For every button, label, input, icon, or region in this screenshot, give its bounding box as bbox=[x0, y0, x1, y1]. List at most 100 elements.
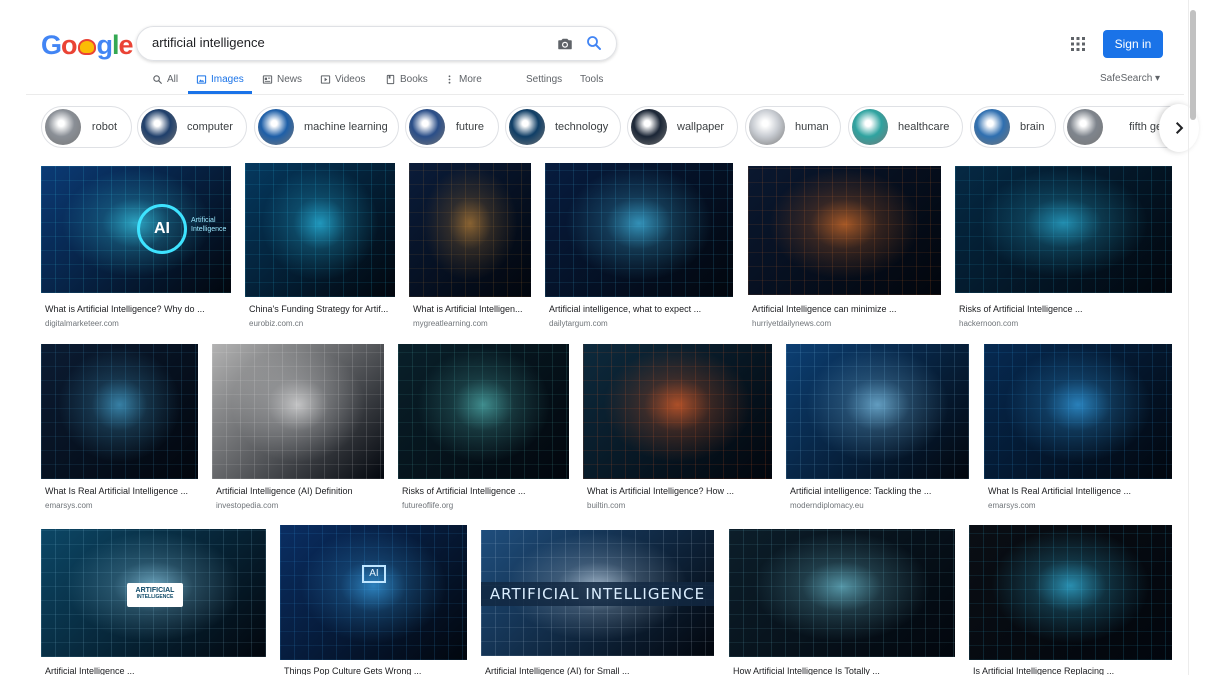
sign-in-button[interactable]: Sign in bbox=[1103, 30, 1163, 58]
image-result[interactable]: Artificial Intelligence can minimize ...… bbox=[748, 166, 941, 331]
result-source[interactable]: futureoflife.org bbox=[402, 501, 453, 510]
result-title: What is Artificial Intelligen... bbox=[413, 304, 523, 314]
result-thumbnail bbox=[398, 344, 569, 479]
chip-brain[interactable]: brain bbox=[970, 106, 1056, 148]
tab-label: More bbox=[459, 73, 482, 85]
camera-icon[interactable] bbox=[556, 35, 574, 53]
chip-technology[interactable]: technology bbox=[505, 106, 621, 148]
image-icon bbox=[196, 74, 207, 84]
search-icon bbox=[153, 74, 163, 84]
chip-thumbnail bbox=[509, 109, 545, 145]
result-thumbnail: ARTIFICIAL INTELLIGENCE bbox=[481, 530, 714, 656]
result-source[interactable]: dailytargum.com bbox=[549, 319, 608, 328]
image-result[interactable]: China's Funding Strategy for Artif... eu… bbox=[245, 163, 395, 331]
result-source[interactable]: emarsys.com bbox=[988, 501, 1036, 510]
result-source[interactable]: investopedia.com bbox=[216, 501, 278, 510]
chip-future[interactable]: future bbox=[405, 106, 499, 148]
chip-thumbnail bbox=[45, 109, 81, 145]
image-result[interactable]: ARTIFICIAL INTELLIGENCE Artificial Intel… bbox=[41, 529, 266, 675]
tab-settings[interactable]: Settings bbox=[526, 72, 562, 86]
image-result[interactable]: AI Things Pop Culture Gets Wrong ... bbox=[280, 525, 467, 675]
result-thumbnail bbox=[545, 163, 733, 297]
chip-wallpaper[interactable]: wallpaper bbox=[627, 106, 738, 148]
result-source[interactable]: mygreatlearning.com bbox=[413, 319, 488, 328]
page-scrollbar[interactable] bbox=[1190, 10, 1196, 120]
chip-ai-label: AI bbox=[362, 565, 386, 583]
result-source[interactable]: moderndiplomacy.eu bbox=[790, 501, 864, 510]
result-source[interactable]: hurriyetdailynews.com bbox=[752, 319, 831, 328]
page-edge bbox=[1188, 0, 1189, 675]
image-result[interactable]: What is Artificial Intelligence? How ...… bbox=[583, 344, 772, 514]
logo-letter-o: o bbox=[61, 30, 77, 60]
chip-machine-learning[interactable]: machine learning bbox=[254, 106, 399, 148]
result-title: Risks of Artificial Intelligence ... bbox=[959, 304, 1083, 314]
news-icon bbox=[262, 74, 273, 84]
result-title: Artificial Intelligence can minimize ... bbox=[752, 304, 897, 314]
tab-more[interactable]: More bbox=[444, 72, 482, 86]
tab-news[interactable]: News bbox=[262, 72, 302, 86]
tab-books[interactable]: Books bbox=[385, 72, 428, 86]
image-result[interactable]: Risks of Artificial Intelligence ... hac… bbox=[955, 166, 1172, 331]
image-result[interactable]: AI Artificial Intelligence What is Artif… bbox=[41, 166, 231, 331]
chip-thumbnail bbox=[1067, 109, 1103, 145]
chip-label: brain bbox=[1020, 121, 1045, 133]
result-source[interactable]: emarsys.com bbox=[45, 501, 93, 510]
diagram-box-title: ARTIFICIAL bbox=[135, 587, 175, 594]
safesearch-toggle[interactable]: SafeSearch ▾ bbox=[1100, 73, 1160, 84]
image-result[interactable]: Artificial Intelligence (AI) Definition … bbox=[212, 344, 384, 514]
tab-label: News bbox=[277, 73, 303, 85]
search-icon[interactable] bbox=[585, 34, 603, 52]
result-thumbnail bbox=[729, 529, 955, 657]
result-source[interactable]: eurobiz.com.cn bbox=[249, 319, 303, 328]
chip-thumbnail bbox=[141, 109, 177, 145]
chip-thumbnail bbox=[852, 109, 888, 145]
image-result[interactable]: How Artificial Intelligence Is Totally .… bbox=[729, 529, 955, 675]
result-thumbnail bbox=[984, 344, 1172, 479]
result-title: Artificial intelligence, what to expect … bbox=[549, 304, 702, 314]
logo-letter-g: G bbox=[41, 30, 62, 60]
apps-grid-icon[interactable] bbox=[1070, 36, 1086, 52]
image-result[interactable]: ARTIFICIAL INTELLIGENCE Artificial Intel… bbox=[481, 530, 714, 675]
result-title: How Artificial Intelligence Is Totally .… bbox=[733, 666, 880, 675]
chip-healthcare[interactable]: healthcare bbox=[848, 106, 963, 148]
result-source[interactable]: digitalmarketeer.com bbox=[45, 319, 119, 328]
image-result[interactable]: Is Artificial Intelligence Replacing ... bbox=[969, 525, 1172, 675]
search-input[interactable] bbox=[152, 35, 542, 50]
image-result[interactable]: Artificial intelligence, what to expect … bbox=[545, 163, 733, 331]
result-title: Is Artificial Intelligence Replacing ... bbox=[973, 666, 1115, 675]
tab-all[interactable]: All bbox=[152, 72, 178, 86]
play-icon bbox=[320, 74, 331, 84]
related-search-chips: robot computer machine learning future t… bbox=[41, 106, 1189, 150]
result-thumbnail bbox=[955, 166, 1172, 293]
logo-letter-g2: g bbox=[96, 30, 113, 60]
image-result[interactable]: What is Artificial Intelligen... mygreat… bbox=[409, 163, 531, 331]
result-thumbnail: ARTIFICIAL INTELLIGENCE bbox=[41, 529, 266, 657]
image-result[interactable]: What Is Real Artificial Intelligence ...… bbox=[41, 344, 198, 514]
result-title: What Is Real Artificial Intelligence ... bbox=[45, 486, 189, 496]
result-thumbnail: AI bbox=[280, 525, 467, 660]
image-result[interactable]: What Is Real Artificial Intelligence ...… bbox=[984, 344, 1172, 514]
tab-tools[interactable]: Tools bbox=[580, 72, 603, 86]
tab-images[interactable]: Images bbox=[196, 72, 244, 86]
chip-robot[interactable]: robot bbox=[41, 106, 132, 148]
image-result[interactable]: Risks of Artificial Intelligence ... fut… bbox=[398, 344, 569, 514]
result-source[interactable]: builtin.com bbox=[587, 501, 625, 510]
image-result[interactable]: Artificial intelligence: Tackling the ..… bbox=[786, 344, 969, 514]
result-title: China's Funding Strategy for Artif... bbox=[249, 304, 389, 314]
result-source[interactable]: hackernoon.com bbox=[959, 319, 1018, 328]
doodle-icon bbox=[77, 39, 96, 55]
chip-thumbnail bbox=[258, 109, 294, 145]
search-box bbox=[136, 26, 617, 61]
google-logo[interactable]: Go gle bbox=[41, 30, 134, 61]
result-title: Artificial intelligence: Tackling the ..… bbox=[790, 486, 932, 496]
chip-label: human bbox=[795, 121, 829, 133]
result-title: Artificial Intelligence ... bbox=[45, 666, 135, 675]
tab-videos[interactable]: Videos bbox=[320, 72, 365, 86]
chip-label: healthcare bbox=[898, 121, 950, 133]
result-title: Artificial Intelligence (AI) Definition bbox=[216, 486, 353, 496]
chip-computer[interactable]: computer bbox=[137, 106, 247, 148]
chip-thumbnail bbox=[974, 109, 1010, 145]
chip-human[interactable]: human bbox=[745, 106, 841, 148]
tab-label: Images bbox=[211, 73, 244, 85]
result-thumbnail bbox=[748, 166, 941, 295]
